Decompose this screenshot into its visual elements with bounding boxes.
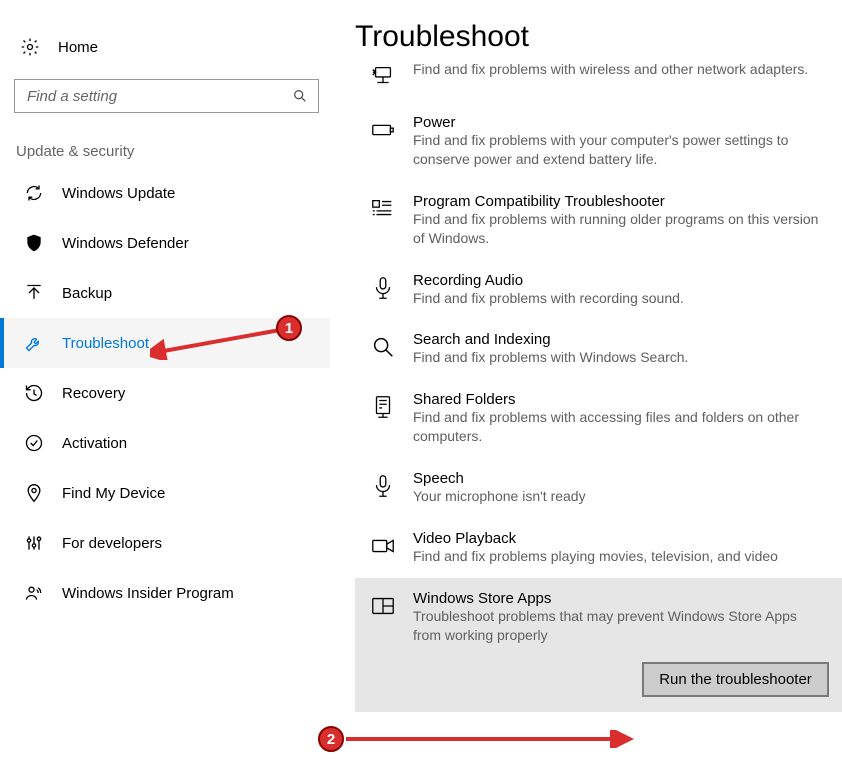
troubleshooter-desc: Find and fix problems with running older… xyxy=(413,210,828,248)
check-circle-icon xyxy=(24,433,44,453)
sidebar-item-label: Recovery xyxy=(62,385,125,402)
search-field[interactable] xyxy=(25,87,275,106)
troubleshooter-desc: Your microphone isn't ready xyxy=(413,487,828,506)
location-icon xyxy=(24,483,44,503)
home-item[interactable]: Home xyxy=(0,25,330,69)
annotation-badge-1: 1 xyxy=(276,315,302,341)
sidebar-item-backup[interactable]: Backup xyxy=(0,268,330,318)
troubleshooter-title: Recording Audio xyxy=(413,272,828,289)
search-input[interactable] xyxy=(14,79,319,113)
troubleshooter-title: Power xyxy=(413,114,828,131)
sidebar-item-label: Windows Update xyxy=(62,185,175,202)
page-title: Troubleshoot xyxy=(355,20,842,54)
wrench-icon xyxy=(24,333,44,353)
gear-icon xyxy=(20,37,40,57)
video-icon xyxy=(369,532,397,560)
troubleshooter-network-adapter[interactable]: Find and fix problems with wireless and … xyxy=(355,60,842,102)
microphone-icon xyxy=(369,274,397,302)
sidebar-item-label: Windows Insider Program xyxy=(62,585,234,602)
sidebar-item-label: Find My Device xyxy=(62,485,165,502)
troubleshooter-windows-store-apps[interactable]: Windows Store Apps Troubleshoot problems… xyxy=(355,578,842,657)
troubleshooter-desc: Troubleshoot problems that may prevent W… xyxy=(413,607,828,645)
sidebar-item-label: Troubleshoot xyxy=(62,335,149,352)
run-troubleshooter-button[interactable]: Run the troubleshooter xyxy=(643,663,828,696)
troubleshooter-desc: Find and fix problems with wireless and … xyxy=(413,60,828,79)
troubleshooter-video-playback[interactable]: Video Playback Find and fix problems pla… xyxy=(355,518,842,578)
troubleshooter-desc: Find and fix problems playing movies, te… xyxy=(413,547,828,566)
sidebar-group-heading: Update & security xyxy=(0,113,330,168)
sidebar-item-label: Activation xyxy=(62,435,127,452)
sidebar-item-recovery[interactable]: Recovery xyxy=(0,368,330,418)
troubleshooter-desc: Find and fix problems with recording sou… xyxy=(413,289,828,308)
troubleshooter-desc: Find and fix problems with your computer… xyxy=(413,131,828,169)
troubleshooter-program-compatibility[interactable]: Program Compatibility Troubleshooter Fin… xyxy=(355,181,842,260)
sidebar-item-activation[interactable]: Activation xyxy=(0,418,330,468)
sidebar-item-find-my-device[interactable]: Find My Device xyxy=(0,468,330,518)
search-icon xyxy=(292,88,308,104)
annotation-arrow-1 xyxy=(150,326,288,360)
sync-icon xyxy=(24,183,44,203)
troubleshooter-title: Program Compatibility Troubleshooter xyxy=(413,193,828,210)
network-icon xyxy=(369,62,397,90)
troubleshooter-title: Video Playback xyxy=(413,530,828,547)
troubleshooter-title: Shared Folders xyxy=(413,391,828,408)
troubleshooter-list: Find and fix problems with wireless and … xyxy=(355,60,842,712)
sidebar-item-label: For developers xyxy=(62,535,162,552)
troubleshooter-shared-folders[interactable]: Shared Folders Find and fix problems wit… xyxy=(355,379,842,458)
apps-icon xyxy=(369,592,397,620)
troubleshooter-desc: Find and fix problems with accessing fil… xyxy=(413,408,828,446)
battery-icon xyxy=(369,116,397,144)
home-label: Home xyxy=(58,39,98,56)
annotation-badge-2: 2 xyxy=(318,726,344,752)
sliders-icon xyxy=(24,533,44,553)
troubleshooter-title: Speech xyxy=(413,470,828,487)
troubleshooter-title: Windows Store Apps xyxy=(413,590,828,607)
list-icon xyxy=(369,195,397,223)
shield-icon xyxy=(24,233,44,253)
troubleshooter-search-indexing[interactable]: Search and Indexing Find and fix problem… xyxy=(355,319,842,379)
upload-icon xyxy=(24,283,44,303)
annotation-arrow-2 xyxy=(342,730,642,748)
magnify-icon xyxy=(369,333,397,361)
sidebar-item-windows-update[interactable]: Windows Update xyxy=(0,168,330,218)
troubleshooter-recording-audio[interactable]: Recording Audio Find and fix problems wi… xyxy=(355,260,842,320)
troubleshooter-speech[interactable]: Speech Your microphone isn't ready xyxy=(355,458,842,518)
troubleshooter-desc: Find and fix problems with Windows Searc… xyxy=(413,348,828,367)
microphone-icon xyxy=(369,472,397,500)
server-icon xyxy=(369,393,397,421)
troubleshooter-title: Search and Indexing xyxy=(413,331,828,348)
insider-icon xyxy=(24,583,44,603)
sidebar-item-label: Windows Defender xyxy=(62,235,189,252)
history-icon xyxy=(24,383,44,403)
sidebar-item-windows-insider[interactable]: Windows Insider Program xyxy=(0,568,330,618)
troubleshooter-power[interactable]: Power Find and fix problems with your co… xyxy=(355,102,842,181)
sidebar-item-label: Backup xyxy=(62,285,112,302)
sidebar-item-windows-defender[interactable]: Windows Defender xyxy=(0,218,330,268)
sidebar-item-for-developers[interactable]: For developers xyxy=(0,518,330,568)
